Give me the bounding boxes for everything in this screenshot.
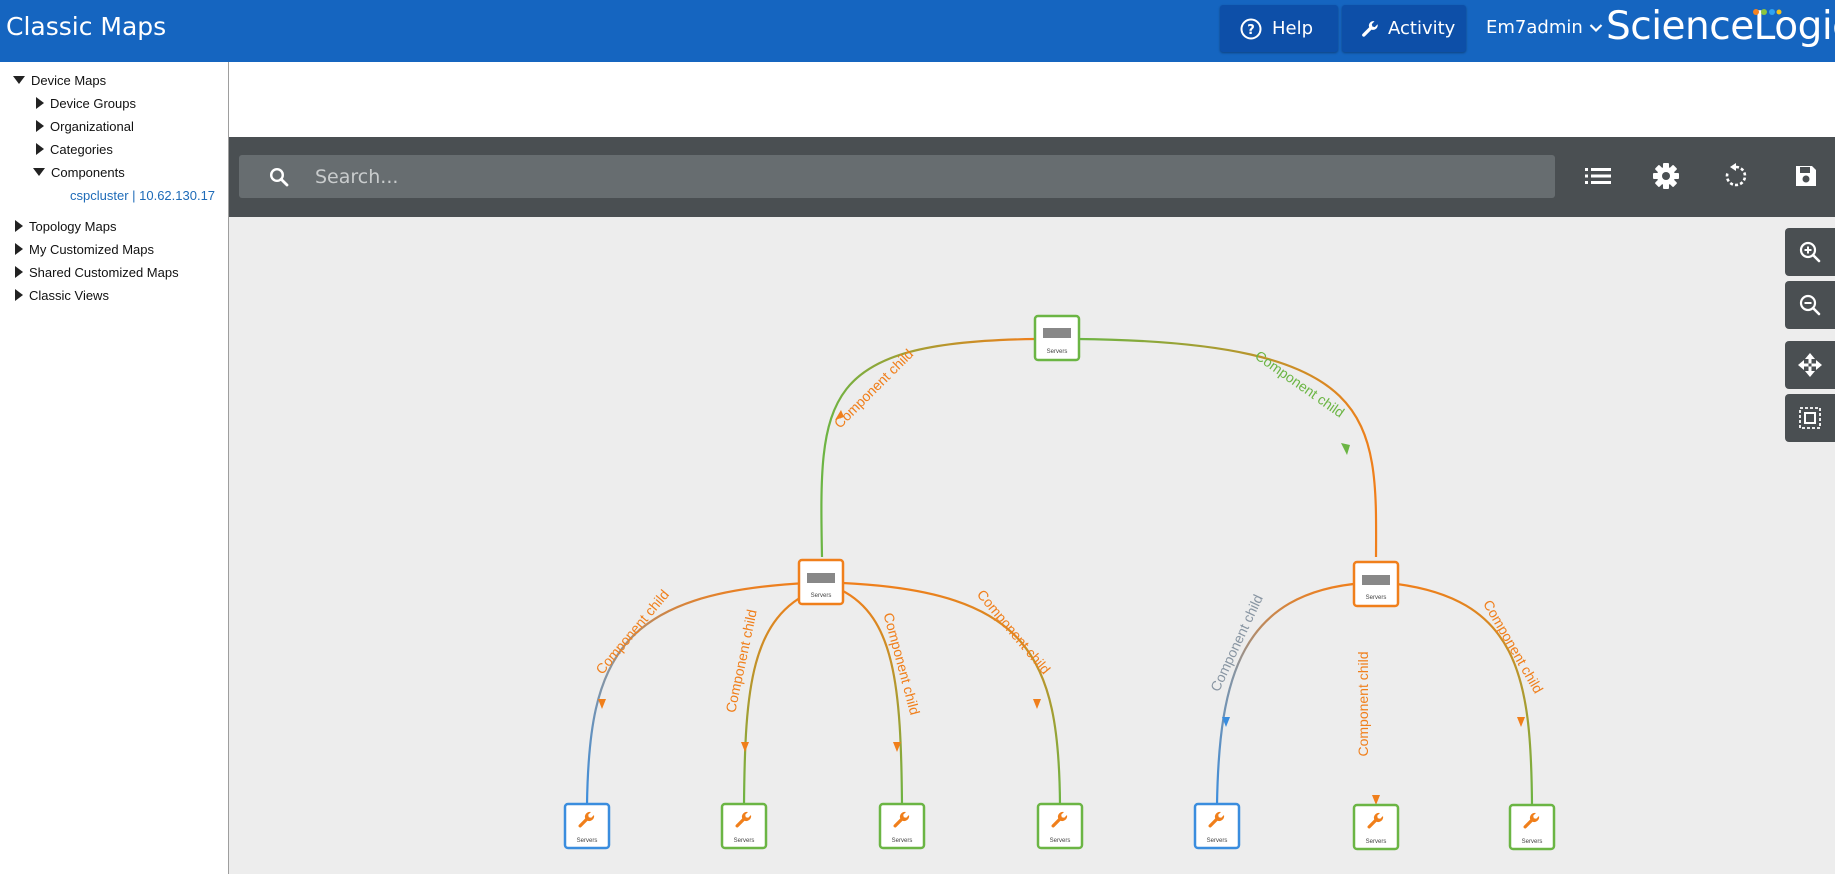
tree-cluster-link[interactable]: cspcluster | 10.62.130.17	[70, 186, 215, 204]
edge-label: Component child	[1355, 651, 1371, 756]
map-node-child[interactable]: Servers	[1352, 803, 1400, 851]
map-canvas[interactable]: Component child Component child Componen…	[229, 217, 1835, 874]
help-label: Help	[1272, 18, 1314, 39]
edge-labels: Component child Component child Componen…	[592, 586, 1546, 756]
server-icon	[807, 573, 835, 583]
node-caption: Servers	[1522, 839, 1543, 845]
zoom-out-icon[interactable]	[1785, 281, 1835, 329]
edge-label: Component child	[831, 346, 917, 432]
map-node-child[interactable]: Servers	[720, 802, 768, 850]
edge-arrow	[1341, 443, 1350, 455]
fit-icon[interactable]	[1785, 394, 1835, 442]
map-node-parent-left[interactable]: Servers	[797, 558, 845, 606]
node-caption: Servers	[892, 838, 913, 844]
map-node-child[interactable]: Servers	[1508, 803, 1556, 851]
caret-down-icon[interactable]	[33, 168, 45, 176]
chevron-down-icon	[1589, 17, 1603, 38]
help-icon: ?	[1240, 18, 1262, 40]
node-caption: Servers	[1207, 838, 1228, 844]
tree-device-maps[interactable]: Device Maps	[13, 71, 106, 89]
brand-logo: ScienceLogic	[1606, 4, 1835, 49]
refresh-icon[interactable]	[1721, 161, 1751, 191]
node-caption: Servers	[577, 838, 598, 844]
edge-label: Component child	[1252, 347, 1347, 420]
map-node-child[interactable]: Servers	[1193, 802, 1241, 850]
user-name: Em7admin	[1486, 17, 1583, 38]
tree-topology-maps[interactable]: Topology Maps	[15, 217, 116, 235]
map-node-child[interactable]: Servers	[1036, 802, 1084, 850]
caret-right-icon[interactable]	[36, 120, 44, 132]
edge-label: Component child	[881, 611, 924, 717]
app-title: Classic Maps	[6, 12, 167, 41]
server-icon	[1043, 328, 1071, 338]
tree-components[interactable]: Components	[33, 163, 125, 181]
tree-label: Shared Customized Maps	[29, 264, 179, 280]
edge-child[interactable]	[842, 581, 1062, 806]
edge-label: Component child	[1207, 592, 1266, 694]
search-box	[239, 155, 1555, 198]
edge-label: Component child	[974, 586, 1054, 677]
edge-top-left[interactable]	[820, 337, 1036, 558]
pan-icon[interactable]	[1785, 341, 1835, 389]
node-caption: Servers	[811, 593, 832, 599]
edge-label: Component child	[1480, 597, 1546, 696]
map-toolbar	[229, 137, 1835, 217]
tree-label: My Customized Maps	[29, 241, 154, 257]
tree-label: Topology Maps	[29, 218, 117, 234]
edge-arrows	[598, 699, 1525, 805]
help-button[interactable]: ? Help	[1220, 5, 1338, 52]
tree-device-groups[interactable]: Device Groups	[36, 94, 136, 112]
caret-down-icon[interactable]	[13, 76, 25, 84]
map-node-parent-right[interactable]: Servers	[1352, 560, 1400, 608]
node-caption: Servers	[1366, 595, 1387, 601]
edge-top-right[interactable]	[1076, 337, 1378, 558]
sidebar-tree: Device Maps Device Groups Organizational…	[0, 62, 229, 874]
component-map[interactable]: Component child Component child Componen…	[229, 217, 1835, 874]
caret-right-icon[interactable]	[36, 97, 44, 109]
node-caption: Servers	[734, 838, 755, 844]
activity-button[interactable]: Activity	[1342, 5, 1466, 52]
node-caption: Servers	[1366, 839, 1387, 845]
search-icon[interactable]	[269, 167, 289, 187]
zoom-in-icon[interactable]	[1785, 228, 1835, 276]
caret-right-icon[interactable]	[15, 243, 23, 255]
edge-label: Component child	[722, 608, 759, 714]
gear-icon[interactable]	[1651, 161, 1681, 191]
list-icon[interactable]	[1583, 161, 1613, 191]
tree-categories[interactable]: Categories	[36, 140, 113, 158]
search-input[interactable]	[315, 165, 1515, 188]
user-menu[interactable]: Em7admin	[1486, 17, 1603, 38]
caret-right-icon[interactable]	[15, 266, 23, 278]
map-node-child[interactable]: Servers	[878, 802, 926, 850]
top-bar: Classic Maps ? Help Activity Em7admin Sc…	[0, 0, 1835, 62]
tree-label: Device Groups	[50, 95, 136, 111]
tree-label: Components	[51, 164, 125, 180]
map-node-root[interactable]: Servers	[1033, 314, 1081, 362]
tree-label: Categories	[50, 141, 113, 157]
wrench-icon	[1360, 19, 1380, 39]
node-caption: Servers	[1047, 349, 1068, 355]
caret-right-icon[interactable]	[15, 220, 23, 232]
svg-text:?: ?	[1247, 23, 1255, 38]
map-node-child[interactable]: Servers	[563, 802, 611, 850]
brand-dots-icon	[1753, 9, 1782, 15]
edge-label: Component child	[592, 586, 672, 677]
edge-child[interactable]	[1388, 581, 1534, 806]
tree-organizational[interactable]: Organizational	[36, 117, 134, 135]
caret-right-icon[interactable]	[36, 143, 44, 155]
tree-label: Classic Views	[29, 287, 109, 303]
tree-shared-customized-maps[interactable]: Shared Customized Maps	[15, 263, 179, 281]
node-caption: Servers	[1050, 838, 1071, 844]
tree-label: Organizational	[50, 118, 134, 134]
caret-right-icon[interactable]	[15, 289, 23, 301]
content-header-area	[229, 62, 1835, 137]
save-icon[interactable]	[1791, 161, 1821, 191]
tree-my-customized-maps[interactable]: My Customized Maps	[15, 240, 154, 258]
server-icon	[1362, 575, 1390, 585]
tree-classic-views[interactable]: Classic Views	[15, 286, 109, 304]
activity-label: Activity	[1388, 18, 1456, 39]
tree-label: Device Maps	[31, 72, 107, 88]
edge-child[interactable]	[585, 581, 810, 806]
